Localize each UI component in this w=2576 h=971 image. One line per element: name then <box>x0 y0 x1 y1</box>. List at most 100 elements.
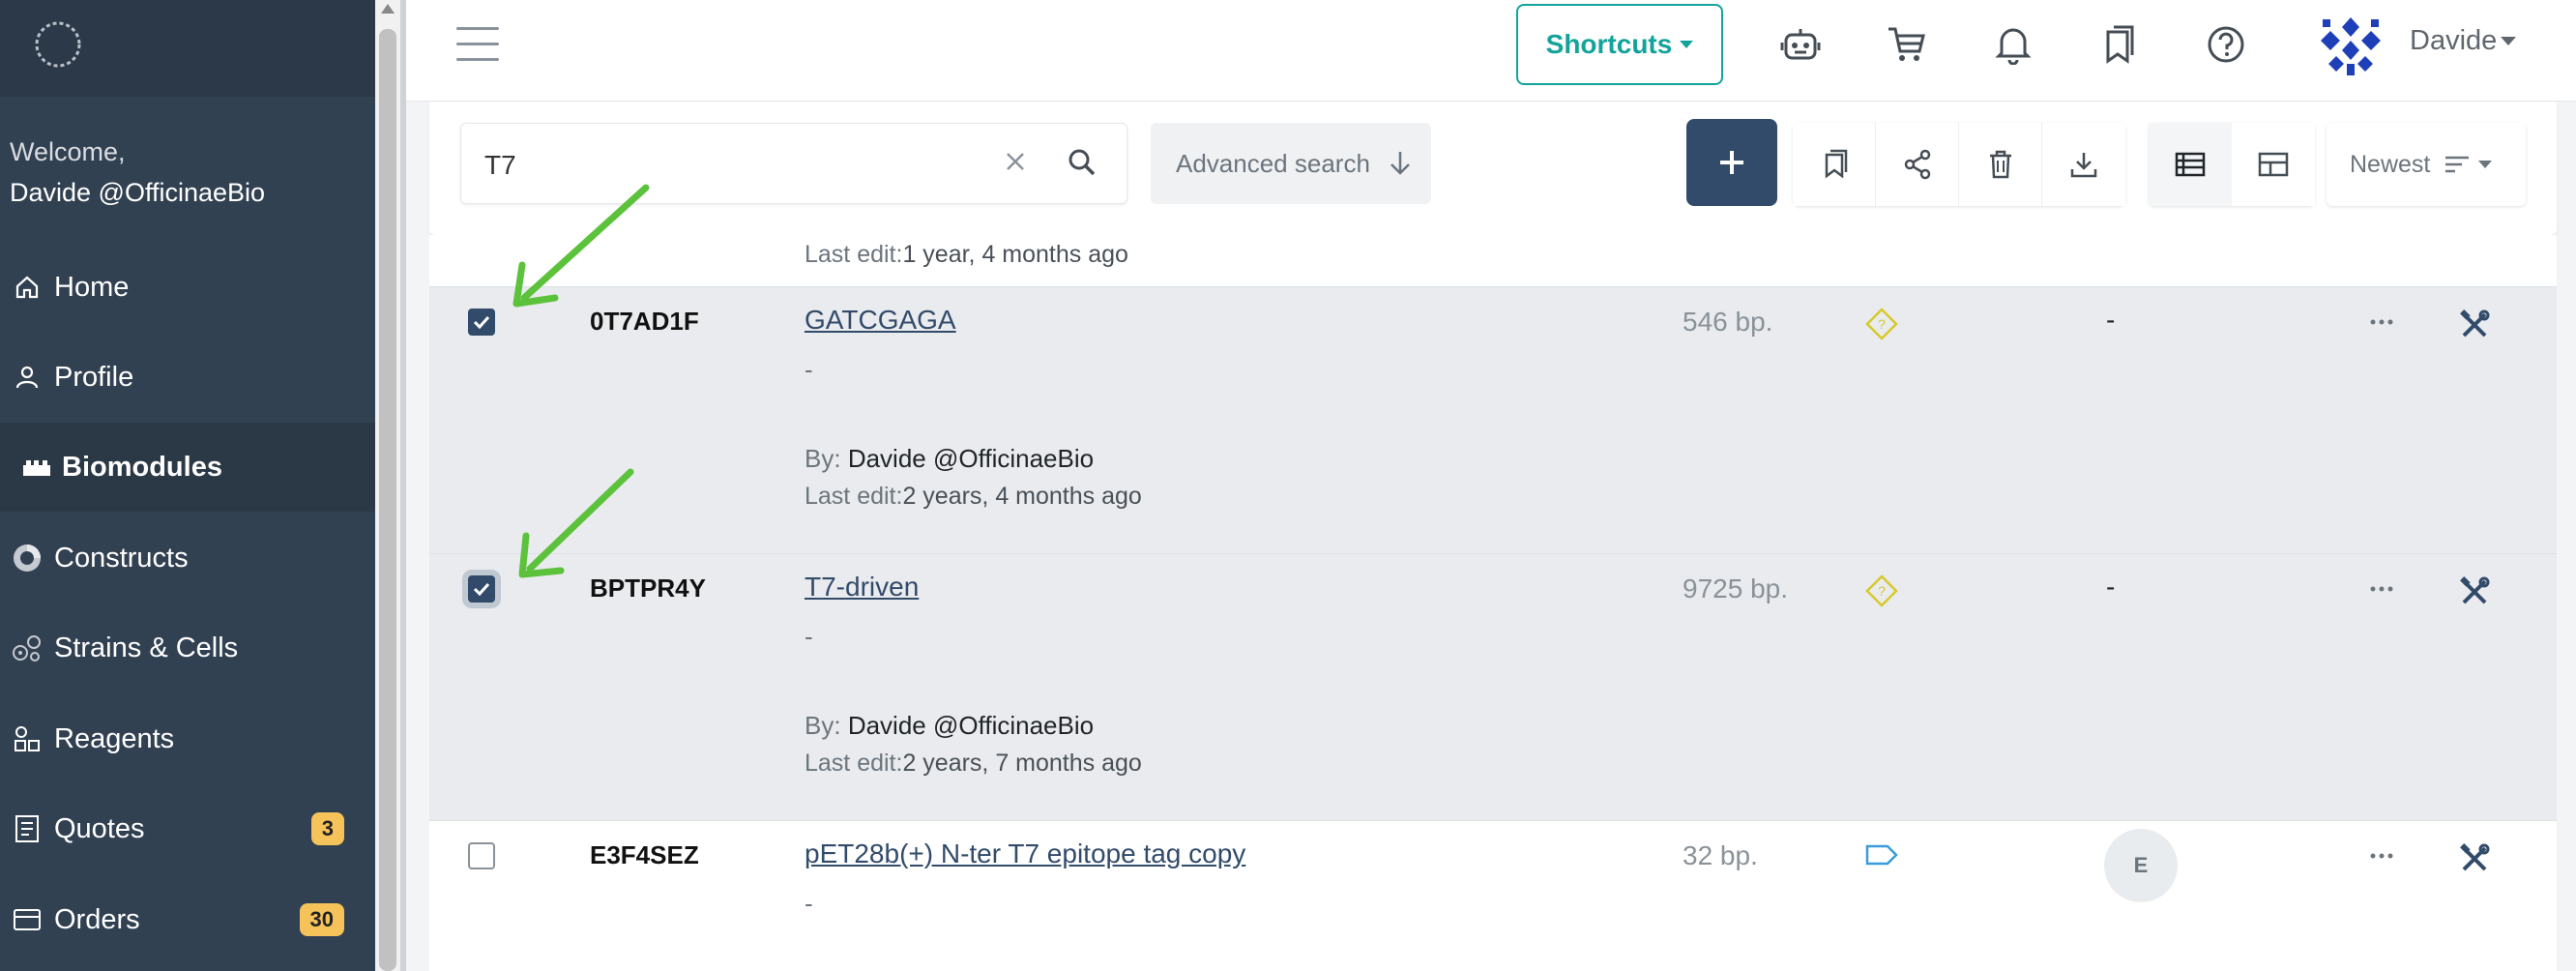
orders-count-badge: 30 <box>299 903 344 936</box>
quotes-count-badge: 3 <box>310 812 344 845</box>
card-view-icon <box>2258 152 2289 177</box>
unknown-diamond-icon[interactable]: ? <box>1864 574 1899 613</box>
row-last-edit: Last edit:2 years, 7 months ago <box>805 750 1142 778</box>
shortcuts-dropdown-button[interactable]: Shortcuts <box>1516 4 1723 85</box>
biomodules-list: Last edit:1 year, 4 months ago 0T7AD1F G… <box>429 235 2557 971</box>
clear-icon[interactable] <box>1003 149 1028 179</box>
list-toolbar: Advanced search Newest <box>429 102 2557 236</box>
sidebar-item-home[interactable]: Home <box>0 243 375 332</box>
quotes-icon <box>10 811 44 846</box>
download-button[interactable] <box>2042 123 2125 206</box>
list-view-icon <box>2175 152 2206 177</box>
card-view-button[interactable] <box>2232 123 2315 206</box>
delete-button[interactable] <box>1959 123 2042 206</box>
scrollbar-thumb[interactable] <box>379 29 396 971</box>
row-checkbox[interactable] <box>468 309 495 336</box>
share-button[interactable] <box>1876 123 1959 206</box>
bookmark-button[interactable] <box>1793 123 1876 206</box>
row-description: - <box>805 355 813 384</box>
divider <box>400 0 406 971</box>
welcome-line: Welcome, <box>10 137 126 166</box>
welcome-user: Davide @OfficinaeBio <box>10 178 266 207</box>
reagents-icon <box>10 721 44 756</box>
user-icon <box>10 360 44 395</box>
tools-icon[interactable] <box>2458 575 2491 613</box>
by-value: Davide @OfficinaeBio <box>847 444 1095 473</box>
row-size: 9725 bp. <box>1683 574 1788 603</box>
by-value: Davide @OfficinaeBio <box>847 711 1095 740</box>
logo-icon[interactable] <box>31 17 85 72</box>
table-row[interactable]: E3F4SEZ pET28b(+) N-ter T7 epitope tag c… <box>429 820 2557 971</box>
row-description: - <box>805 622 813 651</box>
more-options-icon[interactable] <box>2369 581 2394 599</box>
check-icon <box>473 315 490 329</box>
sidebar: Welcome, Davide @OfficinaeBio Home Profi… <box>0 0 375 971</box>
tools-icon[interactable] <box>2458 842 2491 880</box>
row-name-link[interactable]: GATCGAGA <box>805 305 956 336</box>
chevron-down-icon[interactable] <box>2501 37 2516 45</box>
robot-icon[interactable] <box>1777 21 1824 68</box>
sidebar-item-biomodules[interactable]: Biomodules <box>0 423 375 512</box>
row-name-link[interactable]: T7-driven <box>805 572 919 603</box>
user-avatar[interactable] <box>2317 14 2385 77</box>
owner-avatar[interactable]: E <box>2104 829 2178 902</box>
search-icon[interactable] <box>1067 147 1098 183</box>
row-checkbox[interactable] <box>468 575 495 603</box>
help-icon[interactable] <box>2203 21 2249 68</box>
row-owner: - <box>2106 305 2116 335</box>
by-label: By: <box>805 711 841 740</box>
list-view-button[interactable] <box>2149 123 2232 206</box>
bookmarks-icon[interactable] <box>2096 21 2143 68</box>
welcome-text: Welcome, Davide @OfficinaeBio <box>10 132 265 213</box>
scroll-up-arrow[interactable] <box>381 4 395 14</box>
sidebar-item-label: Profile <box>54 361 134 393</box>
add-button[interactable] <box>1686 119 1777 206</box>
tag-icon[interactable] <box>1864 840 1899 874</box>
sidebar-item-label: Biomodules <box>62 451 222 483</box>
chevron-down-icon <box>1680 41 1694 48</box>
bookmark-icon <box>1825 149 1847 179</box>
sidebar-item-constructs[interactable]: Constructs <box>0 514 375 603</box>
last-edit-label: Last edit: <box>805 241 903 268</box>
user-name[interactable]: Davide <box>2410 25 2497 57</box>
shortcuts-label: Shortcuts <box>1545 29 1673 59</box>
sidebar-item-orders[interactable]: Orders 30 <box>0 875 375 964</box>
chevron-down-icon <box>2478 161 2493 168</box>
home-icon <box>10 270 44 305</box>
menu-toggle-icon[interactable] <box>456 27 499 62</box>
by-label: By: <box>805 444 841 473</box>
bell-icon[interactable] <box>1990 21 2036 68</box>
plasmid-icon <box>10 541 44 575</box>
cart-icon[interactable] <box>1884 21 1930 68</box>
table-row[interactable]: BPTPR4Y T7-driven - By: Davide @Officina… <box>429 553 2557 820</box>
more-options-icon[interactable] <box>2369 314 2394 332</box>
sidebar-item-label: Reagents <box>54 722 175 754</box>
previous-row-last-edit: Last edit:1 year, 4 months ago <box>805 235 1128 274</box>
sidebar-item-label: Orders <box>54 903 140 935</box>
sidebar-item-quotes[interactable]: Quotes 3 <box>0 784 375 873</box>
table-row[interactable]: 0T7AD1F GATCGAGA - By: Davide @Officinae… <box>429 286 2557 553</box>
last-edit-value: 2 years, 4 months ago <box>902 483 1142 510</box>
svg-text:?: ? <box>1878 583 1886 599</box>
sidebar-scrollbar[interactable] <box>375 0 400 971</box>
sidebar-item-label: Home <box>54 271 130 303</box>
sort-dropdown[interactable]: Newest <box>2327 123 2526 206</box>
search-input[interactable] <box>483 141 970 190</box>
plus-icon <box>1720 151 1743 174</box>
last-edit-label: Last edit: <box>805 483 903 510</box>
sidebar-item-strains[interactable]: Strains & Cells <box>0 603 375 692</box>
advanced-search-button[interactable]: Advanced search <box>1151 123 1431 204</box>
unknown-diamond-icon[interactable]: ? <box>1864 307 1899 346</box>
row-checkbox[interactable] <box>468 842 495 869</box>
row-description: - <box>805 889 813 918</box>
tools-icon[interactable] <box>2458 309 2491 346</box>
top-navbar: Shortcuts Davide <box>406 0 2576 102</box>
row-name-link[interactable]: pET28b(+) N-ter T7 epitope tag copy <box>805 839 1245 869</box>
sidebar-item-label: Strains & Cells <box>54 632 239 663</box>
sidebar-item-profile[interactable]: Profile <box>0 333 375 422</box>
row-id: BPTPR4Y <box>590 574 706 603</box>
svg-text:?: ? <box>1878 316 1886 332</box>
share-icon <box>1904 149 1930 180</box>
more-options-icon[interactable] <box>2369 848 2394 866</box>
sidebar-item-reagents[interactable]: Reagents <box>0 694 375 783</box>
